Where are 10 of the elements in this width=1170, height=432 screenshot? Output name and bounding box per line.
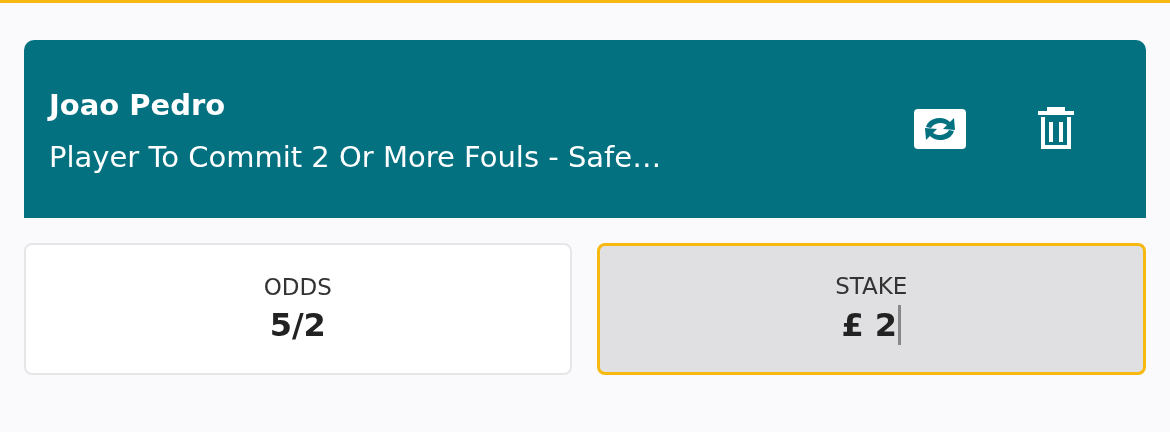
market-name: Player To Commit 2 Or More Fouls - Safe…: [49, 140, 663, 174]
player-name: Joao Pedro: [49, 88, 227, 122]
odds-label: ODDS: [263, 274, 332, 300]
stake-label: STAKE: [835, 273, 908, 299]
stake-value: £ 2: [841, 306, 898, 344]
stake-field[interactable]: STAKE £ 2: [596, 243, 1146, 375]
swap-icon[interactable]: [914, 109, 966, 149]
odds-value: 5/2: [269, 306, 326, 344]
text-cursor: [898, 305, 902, 345]
trash-icon[interactable]: [1036, 107, 1076, 151]
